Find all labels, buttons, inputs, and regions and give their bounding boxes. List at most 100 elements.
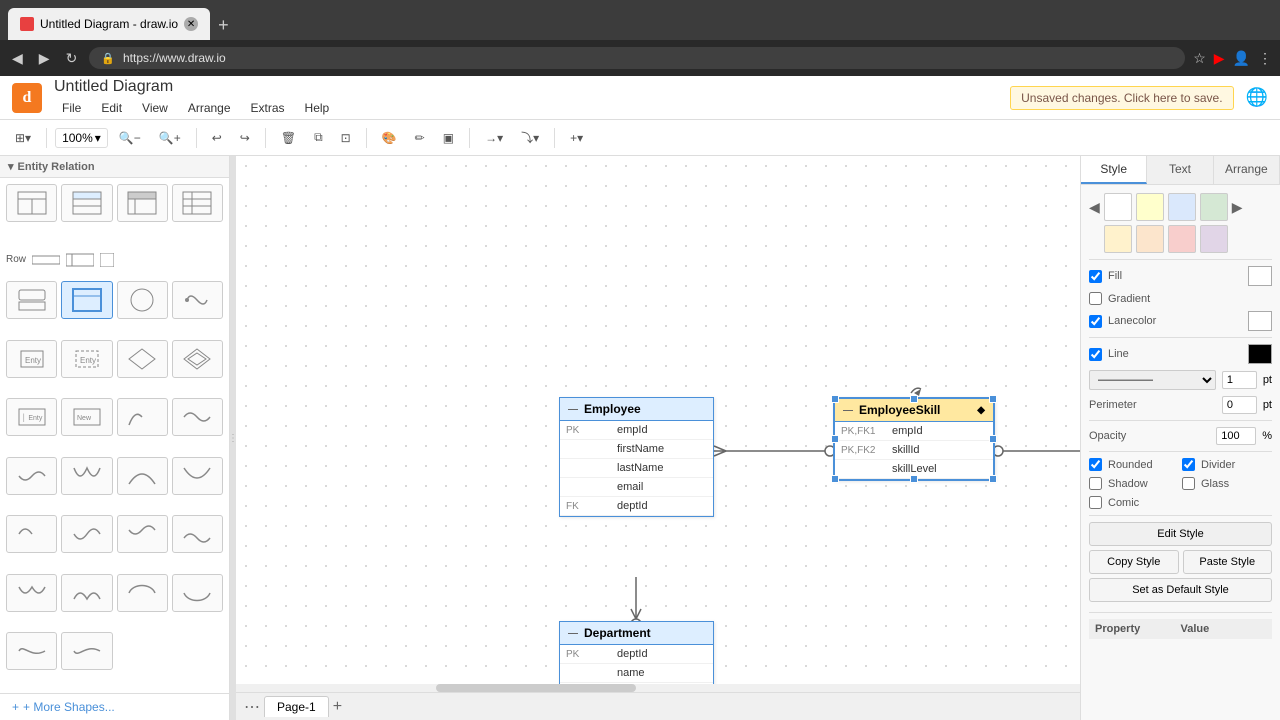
employee-skill-table[interactable]: — EmployeeSkill ◆ PK,FK1 empId PK,FK2 sk… bbox=[833, 397, 995, 481]
lanecolor-color-box[interactable] bbox=[1248, 311, 1272, 331]
shape-item[interactable] bbox=[6, 632, 57, 670]
menu-edit[interactable]: Edit bbox=[93, 98, 130, 118]
shadow-checkbox[interactable] bbox=[1089, 477, 1102, 490]
shape-item[interactable]: Enty bbox=[61, 340, 112, 378]
shape-item[interactable] bbox=[61, 515, 112, 553]
shape-item[interactable] bbox=[117, 184, 168, 222]
sel-handle-bc[interactable] bbox=[910, 475, 918, 483]
table-row[interactable]: PK,FK2 skillId bbox=[835, 441, 993, 460]
shape-item[interactable] bbox=[172, 281, 223, 319]
sel-handle-bl[interactable] bbox=[831, 475, 839, 483]
sel-handle-br[interactable] bbox=[989, 475, 997, 483]
shape-item[interactable] bbox=[117, 281, 168, 319]
shape-item[interactable] bbox=[6, 457, 57, 495]
sel-handle-mr[interactable] bbox=[989, 435, 997, 443]
edit-style-button[interactable]: Edit Style bbox=[1089, 522, 1272, 546]
scrollbar-thumb[interactable] bbox=[436, 684, 636, 692]
shape-item[interactable] bbox=[61, 574, 112, 612]
color-swatch-gold[interactable] bbox=[1104, 225, 1132, 253]
line-style-select[interactable]: ————— - - - - bbox=[1089, 370, 1216, 390]
shape-item[interactable] bbox=[61, 632, 112, 670]
shape-item[interactable] bbox=[117, 457, 168, 495]
color-prev-button[interactable]: ◀ bbox=[1089, 199, 1100, 216]
forward-button[interactable]: ▶ bbox=[35, 46, 54, 71]
default-style-button[interactable]: Set as Default Style bbox=[1089, 578, 1272, 602]
active-tab[interactable]: Untitled Diagram - draw.io ✕ bbox=[8, 8, 210, 40]
tab-text[interactable]: Text bbox=[1147, 156, 1213, 184]
connector-button[interactable]: →▾ bbox=[478, 127, 510, 149]
shape-item[interactable] bbox=[117, 515, 168, 553]
glass-checkbox[interactable] bbox=[1182, 477, 1195, 490]
shape-item[interactable] bbox=[117, 398, 168, 436]
table-row[interactable]: PK deptId bbox=[560, 645, 713, 664]
youtube-button[interactable]: ▶ bbox=[1214, 50, 1225, 67]
color-swatch-blue[interactable] bbox=[1168, 193, 1196, 221]
copy-style-button[interactable]: Copy Style bbox=[1089, 550, 1179, 574]
shape-item[interactable] bbox=[172, 398, 223, 436]
menu-arrange[interactable]: Arrange bbox=[180, 98, 239, 118]
paste-style-toolbar-button[interactable]: ⊡ bbox=[334, 127, 358, 149]
collapse-left-icon[interactable]: ▾ bbox=[8, 160, 14, 173]
menu-view[interactable]: View bbox=[134, 98, 176, 118]
shape-item[interactable] bbox=[117, 574, 168, 612]
shape-item[interactable] bbox=[172, 340, 223, 378]
color-swatch-red[interactable] bbox=[1168, 225, 1196, 253]
tab-arrange[interactable]: Arrange bbox=[1214, 156, 1280, 184]
add-shapes-button[interactable]: + + More Shapes... bbox=[0, 693, 229, 720]
employee-skill-collapse-btn[interactable]: — bbox=[843, 405, 853, 416]
table-row[interactable]: email bbox=[560, 478, 713, 497]
tab-close-button[interactable]: ✕ bbox=[184, 17, 198, 31]
shape-item[interactable] bbox=[172, 574, 223, 612]
line-width-input[interactable] bbox=[1222, 371, 1257, 389]
grid-toggle-button[interactable]: ⊞▾ bbox=[8, 127, 38, 149]
shape-item[interactable]: │ Enty bbox=[6, 398, 57, 436]
copy-style-toolbar-button[interactable]: ⧉ bbox=[307, 126, 330, 149]
menu-file[interactable]: File bbox=[54, 98, 89, 118]
page-tab-1[interactable]: Page-1 bbox=[264, 696, 329, 717]
menu-help[interactable]: Help bbox=[297, 98, 338, 118]
color-swatch-yellow[interactable] bbox=[1136, 193, 1164, 221]
gradient-checkbox[interactable] bbox=[1089, 292, 1102, 305]
zoom-control[interactable]: 100% ▾ bbox=[55, 128, 108, 148]
color-swatch-white[interactable] bbox=[1104, 193, 1132, 221]
zoom-in-button[interactable]: 🔍+ bbox=[152, 127, 188, 149]
redo-button[interactable]: ↪ bbox=[233, 127, 257, 149]
shape-item[interactable] bbox=[61, 184, 112, 222]
fill-color-box[interactable] bbox=[1248, 266, 1272, 286]
line-color-button[interactable]: ✏ bbox=[408, 127, 432, 149]
color-next-button[interactable]: ▶ bbox=[1232, 199, 1243, 216]
table-row[interactable]: lastName bbox=[560, 459, 713, 478]
table-row[interactable]: PK empId bbox=[560, 421, 713, 440]
delete-button[interactable]: 🗑 bbox=[274, 127, 303, 149]
color-swatch-purple[interactable] bbox=[1200, 225, 1228, 253]
back-button[interactable]: ◀ bbox=[8, 46, 27, 71]
shape-item[interactable] bbox=[172, 515, 223, 553]
refresh-button[interactable]: ↻ bbox=[62, 46, 82, 71]
menu-extras[interactable]: Extras bbox=[243, 98, 293, 118]
shape-item[interactable] bbox=[117, 340, 168, 378]
employee-collapse-btn[interactable]: — bbox=[568, 404, 578, 415]
canvas-area[interactable]: — Employee PK empId firstName lastName bbox=[236, 156, 1080, 720]
rounded-checkbox[interactable] bbox=[1089, 458, 1102, 471]
table-row[interactable]: firstName bbox=[560, 440, 713, 459]
shape-item[interactable] bbox=[61, 457, 112, 495]
profile-button[interactable]: 👤 bbox=[1233, 50, 1250, 67]
shadow-button[interactable]: ▣ bbox=[436, 127, 461, 149]
shape-item[interactable] bbox=[6, 184, 57, 222]
comic-checkbox[interactable] bbox=[1089, 496, 1102, 509]
sel-handle-tc[interactable] bbox=[910, 395, 918, 403]
zoom-out-button[interactable]: 🔍− bbox=[112, 127, 148, 149]
table-row[interactable]: name bbox=[560, 664, 713, 683]
employee-table[interactable]: — Employee PK empId firstName lastName bbox=[559, 397, 714, 517]
table-row[interactable]: PK,FK1 empId bbox=[835, 422, 993, 441]
sel-handle-ml[interactable] bbox=[831, 435, 839, 443]
shape-item[interactable] bbox=[6, 515, 57, 553]
tab-style[interactable]: Style bbox=[1081, 156, 1147, 184]
color-swatch-orange[interactable] bbox=[1136, 225, 1164, 253]
shape-item[interactable] bbox=[172, 184, 223, 222]
opacity-input[interactable] bbox=[1216, 427, 1256, 445]
unsaved-notice[interactable]: Unsaved changes. Click here to save. bbox=[1010, 86, 1233, 110]
shape-item[interactable] bbox=[172, 457, 223, 495]
perimeter-input[interactable] bbox=[1222, 396, 1257, 414]
fill-checkbox[interactable] bbox=[1089, 270, 1102, 283]
